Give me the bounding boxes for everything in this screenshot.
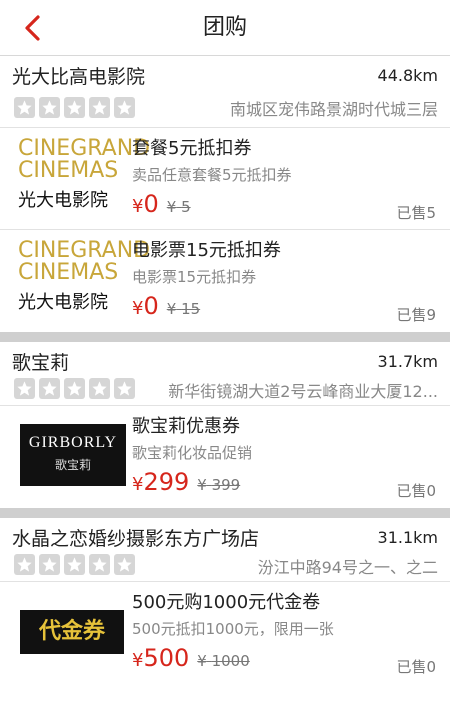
deal-price: ¥0 xyxy=(132,190,159,218)
original-price: ¥ 1000 xyxy=(197,652,250,670)
currency-symbol: ¥ xyxy=(132,650,144,671)
star-icon xyxy=(39,97,60,118)
price-row: ¥299 ¥ 399 xyxy=(132,468,240,496)
rating-stars xyxy=(14,378,135,399)
shop-header[interactable]: 水晶之恋婚纱摄影东方广场店 31.1km 汾江中路94号之一、之二 xyxy=(0,518,450,582)
logo-text: CINEMAS xyxy=(18,158,119,183)
star-icon xyxy=(114,97,135,118)
star-icon xyxy=(39,554,60,575)
sold-count: 已售0 xyxy=(396,658,436,676)
star-icon xyxy=(14,97,35,118)
currency-symbol: ¥ xyxy=(132,474,144,495)
sold-count: 已售0 xyxy=(396,482,436,500)
deal-title: 500元购1000元代金卷 xyxy=(132,592,321,613)
deal-item[interactable]: CINEGRAND CINEMAS 光大电影院 电影票15元抵扣券 电影票15元… xyxy=(0,230,450,332)
deal-title: 歌宝莉优惠券 xyxy=(132,416,240,437)
deal-title: 套餐5元抵扣券 xyxy=(132,138,252,159)
star-icon xyxy=(89,554,110,575)
currency-symbol: ¥ xyxy=(166,198,177,216)
star-icon xyxy=(64,378,85,399)
original-price: ¥ 5 xyxy=(167,198,191,216)
chevron-left-icon xyxy=(25,15,40,41)
original-price: ¥ 15 xyxy=(167,300,200,318)
shop-address: 汾江中路94号之一、之二 xyxy=(257,558,438,577)
logo-text: 代金券 xyxy=(38,619,105,644)
star-icon xyxy=(64,97,85,118)
section-divider xyxy=(0,508,450,518)
original-value: 15 xyxy=(181,300,201,318)
logo-text: CINEMAS xyxy=(18,260,119,285)
rating-stars xyxy=(14,97,135,118)
deal-subtitle: 歌宝莉化妆品促销 xyxy=(132,444,253,462)
shop-distance: 31.7km xyxy=(377,352,438,371)
deal-title: 电影票15元抵扣券 xyxy=(132,240,281,261)
shop-card: 歌宝莉 31.7km 新华街镜湖大道2号云峰商业大厦12... GIRBORLY… xyxy=(0,342,450,508)
currency-symbol: ¥ xyxy=(197,476,207,494)
deal-item[interactable]: CINEGRAND CINEMAS 光大电影院 套餐5元抵扣券 卖品任意套餐5元… xyxy=(0,128,450,230)
currency-symbol: ¥ xyxy=(197,652,207,670)
girborly-logo: GIRBORLY 歌宝莉 xyxy=(20,424,126,486)
star-icon xyxy=(89,97,110,118)
shop-header[interactable]: 光大比高电影院 44.8km 南城区宠伟路景湖时代城三层 xyxy=(0,56,450,128)
shop-header[interactable]: 歌宝莉 31.7km 新华街镜湖大道2号云峰商业大厦12... xyxy=(0,342,450,406)
deal-item[interactable]: 代金券 500元购1000元代金卷 500元抵扣1000元，限用一张 ¥500 … xyxy=(0,582,450,684)
price-value: 299 xyxy=(143,468,190,496)
page-title: 团购 xyxy=(202,15,247,40)
price-row: ¥0 ¥ 5 xyxy=(132,190,191,218)
price-row: ¥0 ¥ 15 xyxy=(132,292,200,320)
price-value: 0 xyxy=(143,190,159,218)
star-icon xyxy=(14,554,35,575)
deal-price: ¥299 xyxy=(132,468,189,496)
logo-caption: 歌宝莉 xyxy=(54,458,91,472)
section-divider xyxy=(0,332,450,342)
deal-item[interactable]: GIRBORLY 歌宝莉 歌宝莉优惠券 歌宝莉化妆品促销 ¥299 ¥ 399 … xyxy=(0,406,450,508)
star-icon xyxy=(114,378,135,399)
star-icon xyxy=(64,554,85,575)
shop-distance: 31.1km xyxy=(377,528,438,547)
deal-subtitle: 500元抵扣1000元，限用一张 xyxy=(132,620,334,638)
back-button[interactable] xyxy=(20,14,46,42)
sold-count: 已售5 xyxy=(396,204,436,222)
currency-symbol: ¥ xyxy=(132,196,144,217)
cinegrand-logo: CINEGRAND CINEMAS 光大电影院 xyxy=(18,238,151,322)
voucher-logo: 代金券 xyxy=(20,610,124,654)
star-icon xyxy=(114,554,135,575)
currency-symbol: ¥ xyxy=(132,298,144,319)
logo-text: CINEGRAND xyxy=(18,238,151,263)
deal-subtitle: 电影票15元抵扣券 xyxy=(132,268,257,286)
price-value: 0 xyxy=(143,292,159,320)
shop-address: 南城区宠伟路景湖时代城三层 xyxy=(229,100,438,119)
rating-stars xyxy=(14,554,135,575)
logo-text: GIRBORLY xyxy=(28,434,118,451)
star-icon xyxy=(39,378,60,399)
original-value: 5 xyxy=(181,198,191,216)
sold-count: 已售9 xyxy=(396,306,436,324)
top-bar: 团购 xyxy=(0,0,450,56)
star-icon xyxy=(89,378,110,399)
shop-card: 光大比高电影院 44.8km 南城区宠伟路景湖时代城三层 CINEGRAND C… xyxy=(0,56,450,332)
cinegrand-logo: CINEGRAND CINEMAS 光大电影院 xyxy=(18,136,151,220)
original-value: 399 xyxy=(211,476,241,494)
price-value: 500 xyxy=(143,644,190,672)
original-value: 1000 xyxy=(211,652,250,670)
currency-symbol: ¥ xyxy=(166,300,177,318)
shop-card: 水晶之恋婚纱摄影东方广场店 31.1km 汾江中路94号之一、之二 代金券 50… xyxy=(0,518,450,684)
logo-text: CINEGRAND xyxy=(18,136,151,161)
logo-caption: 光大电影院 xyxy=(18,292,108,313)
logo-caption: 光大电影院 xyxy=(18,190,108,211)
price-row: ¥500 ¥ 1000 xyxy=(132,644,250,672)
deal-price: ¥500 xyxy=(132,644,189,672)
original-price: ¥ 399 xyxy=(197,476,240,494)
shop-name: 光大比高电影院 xyxy=(12,66,146,88)
shop-address: 新华街镜湖大道2号云峰商业大厦12... xyxy=(168,382,438,401)
shop-name: 水晶之恋婚纱摄影东方广场店 xyxy=(12,528,260,550)
shop-distance: 44.8km xyxy=(377,66,438,85)
shop-name: 歌宝莉 xyxy=(12,352,70,374)
deal-price: ¥0 xyxy=(132,292,159,320)
deal-subtitle: 卖品任意套餐5元抵扣券 xyxy=(132,166,292,184)
star-icon xyxy=(14,378,35,399)
